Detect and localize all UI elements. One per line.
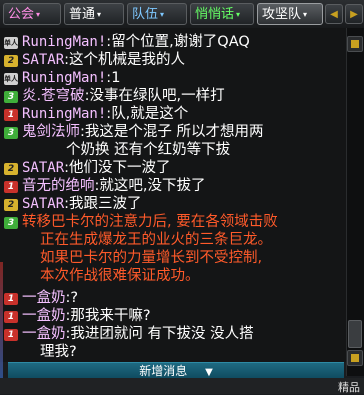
team-badge-icon: 1 [4, 329, 18, 341]
player-name[interactable]: RuningMan! [22, 34, 106, 50]
tab-party-label: 队伍 [132, 7, 159, 22]
player-name[interactable]: 一盒奶 [22, 308, 66, 324]
team-badge-icon: 2 [4, 55, 18, 67]
chat-message: 1 一盒奶:? [4, 290, 344, 307]
message-text: 队,就是这个 [111, 106, 189, 122]
team-badge-icon: 3 [4, 91, 18, 103]
tab-guild[interactable]: 公会 ▾ [3, 3, 61, 25]
team-badge-icon: 3 [4, 127, 18, 139]
chat-message: 单人 RuningMan!:留个位置,谢谢了QAQ [4, 34, 344, 51]
message-text-continued: 理我? [40, 344, 77, 360]
message-text-continued: 个奶换 还有个红奶等下拔 [66, 142, 231, 158]
raid-notice: 3 转移巴卡尔的注意力后, 要在各领域击败 [4, 214, 344, 231]
message-text: 那我来干嘛? [70, 308, 151, 324]
arrow-left-icon: ◀ [330, 9, 338, 20]
bottom-strip [0, 378, 364, 394]
chevron-down-icon: ▼ [205, 367, 213, 378]
chat-message: 2 SATAR:这个机械是我的人 [4, 52, 344, 69]
arrow-right-icon: ▶ [350, 9, 358, 20]
player-name[interactable]: SATAR [22, 196, 64, 212]
chevron-down-icon: ▾ [97, 10, 102, 19]
raid-notice-line: 转移巴卡尔的注意力后, 要在各领域击败 [22, 214, 278, 230]
raid-notice-line: 正在生成爆龙王的业火的三条巨龙。 [40, 232, 272, 248]
message-text: 这个机械是我的人 [69, 52, 186, 68]
tab-whisper-label: 悄悄话 [195, 7, 235, 22]
left-edge-decoration [0, 262, 3, 378]
team-badge-icon: 1 [4, 311, 18, 323]
team-badge-icon: 1 [4, 109, 18, 121]
channel-tab-bar: 公会 ▾ 普通 ▾ 队伍 ▾ 悄悄话 ▾ 攻坚队 ▾ ◀ ▶ [0, 0, 364, 29]
chat-message: 2 SATAR:我跟三波了 [4, 196, 344, 213]
chat-message: 1 RuningMan!:队,就是这个 [4, 106, 344, 123]
player-name[interactable]: 音无的绝响 [22, 178, 95, 194]
tab-party[interactable]: 队伍 ▾ [127, 3, 187, 25]
tab-guild-label: 公会 [8, 7, 35, 22]
player-name[interactable]: SATAR [22, 160, 64, 176]
prev-tab-button[interactable]: ◀ [325, 4, 343, 24]
message-text: ? [70, 290, 79, 306]
message-text: 我这是个混子 所以才想用两 [84, 124, 264, 140]
raid-notice-line: 如果巴卡尔的力量增长到不受控制, [40, 250, 263, 266]
new-message-button[interactable]: 新增消息 ▼ [8, 362, 344, 379]
message-text: 我进团就问 有下拔没 没人搭 [70, 326, 254, 342]
raid-notice-line: 本次作战很难保证成功。 [40, 268, 200, 284]
player-name[interactable]: 鬼剑法师 [22, 124, 80, 140]
message-text: 我跟三波了 [69, 196, 142, 212]
message-text: 没事在绿队吧,一样打 [89, 88, 225, 104]
scrollbar-thumb[interactable] [348, 320, 362, 348]
message-text: 1 [111, 70, 121, 86]
tab-whisper[interactable]: 悄悄话 ▾ [190, 3, 254, 25]
team-badge-icon: 3 [4, 217, 18, 229]
corner-label: 精品 [338, 381, 360, 394]
scroll-down-button[interactable] [347, 350, 363, 366]
message-text: 留个位置,谢谢了QAQ [111, 34, 250, 50]
single-badge-icon: 单人 [4, 73, 18, 85]
new-message-label: 新增消息 [139, 364, 188, 378]
player-name[interactable]: 一盒奶 [22, 326, 66, 342]
team-badge-icon: 1 [4, 293, 18, 305]
chat-message: 1 音无的绝响:就这吧,没下拔了 [4, 178, 344, 195]
chat-message: 3 炎.苍穹破:没事在绿队吧,一样打 [4, 88, 344, 105]
single-badge-icon: 单人 [4, 37, 18, 49]
message-text: 他们没下一波了 [69, 160, 171, 176]
chevron-down-icon: ▾ [236, 10, 241, 19]
player-name[interactable]: SATAR [22, 52, 64, 68]
player-name[interactable]: RuningMan! [22, 70, 106, 86]
team-badge-icon: 2 [4, 163, 18, 175]
chat-message: 1 一盒奶:那我来干嘛? [4, 308, 344, 325]
team-badge-icon: 1 [4, 181, 18, 193]
chevron-down-icon: ▾ [36, 10, 41, 19]
chevron-down-icon: ▾ [303, 10, 308, 19]
next-tab-button[interactable]: ▶ [345, 4, 363, 24]
chat-message: 3 鬼剑法师:我这是个混子 所以才想用两 [4, 124, 344, 141]
tab-raid-label: 攻坚队 [262, 7, 302, 22]
chevron-down-icon: ▾ [160, 10, 165, 19]
player-name[interactable]: 一盒奶 [22, 290, 66, 306]
player-name[interactable]: 炎.苍穹破 [22, 88, 85, 104]
message-text: 就这吧,没下拔了 [99, 178, 206, 194]
tab-normal-label: 普通 [69, 7, 96, 22]
scroll-up-button[interactable] [347, 36, 363, 52]
chat-message: 2 SATAR:他们没下一波了 [4, 160, 344, 177]
player-name[interactable]: RuningMan! [22, 106, 106, 122]
tab-normal[interactable]: 普通 ▾ [64, 3, 124, 25]
team-badge-icon: 2 [4, 199, 18, 211]
chat-message: 1 一盒奶:我进团就问 有下拔没 没人搭 [4, 326, 344, 343]
tab-raid[interactable]: 攻坚队 ▾ [257, 3, 323, 25]
chat-message: 单人 RuningMan!:1 [4, 70, 344, 87]
